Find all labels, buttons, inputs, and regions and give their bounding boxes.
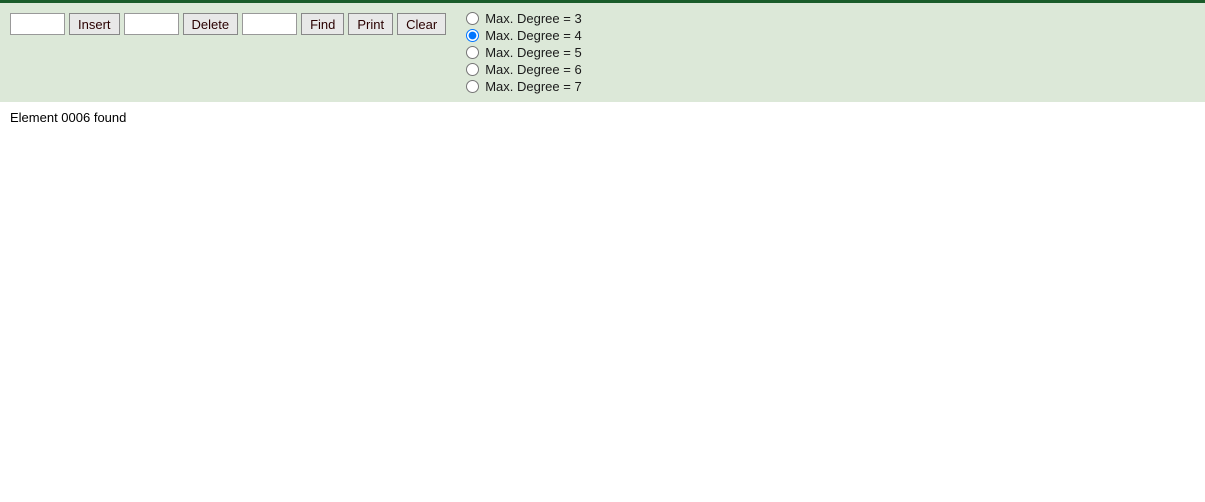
radio-label-6: Max. Degree = 6 bbox=[485, 62, 581, 77]
insert-button[interactable]: Insert bbox=[69, 13, 120, 35]
radio-input-4[interactable] bbox=[466, 29, 479, 42]
find-button[interactable]: Find bbox=[301, 13, 344, 35]
radio-label-5: Max. Degree = 5 bbox=[485, 45, 581, 60]
radio-input-6[interactable] bbox=[466, 63, 479, 76]
radio-label-3: Max. Degree = 3 bbox=[485, 11, 581, 26]
delete-input[interactable] bbox=[124, 13, 179, 35]
radio-option-3[interactable]: Max. Degree = 3 bbox=[466, 11, 581, 26]
radio-option-7[interactable]: Max. Degree = 7 bbox=[466, 79, 581, 94]
status-message: Element 0006 found bbox=[10, 110, 126, 125]
find-input[interactable] bbox=[242, 13, 297, 35]
controls-left: Insert Delete Find Print Clear bbox=[10, 11, 446, 35]
radio-input-7[interactable] bbox=[466, 80, 479, 93]
delete-button[interactable]: Delete bbox=[183, 13, 239, 35]
print-button[interactable]: Print bbox=[348, 13, 393, 35]
clear-button[interactable]: Clear bbox=[397, 13, 446, 35]
radio-option-4[interactable]: Max. Degree = 4 bbox=[466, 28, 581, 43]
radio-input-3[interactable] bbox=[466, 12, 479, 25]
radio-input-5[interactable] bbox=[466, 46, 479, 59]
radio-option-5[interactable]: Max. Degree = 5 bbox=[466, 45, 581, 60]
radio-option-6[interactable]: Max. Degree = 6 bbox=[466, 62, 581, 77]
insert-input[interactable] bbox=[10, 13, 65, 35]
radio-label-7: Max. Degree = 7 bbox=[485, 79, 581, 94]
controls-right: Max. Degree = 3 Max. Degree = 4 Max. Degre… bbox=[466, 11, 581, 94]
radio-label-4: Max. Degree = 4 bbox=[485, 28, 581, 43]
toolbar: Insert Delete Find Print Clear Max. Degr… bbox=[0, 0, 1205, 102]
status-bar: Element 0006 found bbox=[0, 102, 1205, 133]
